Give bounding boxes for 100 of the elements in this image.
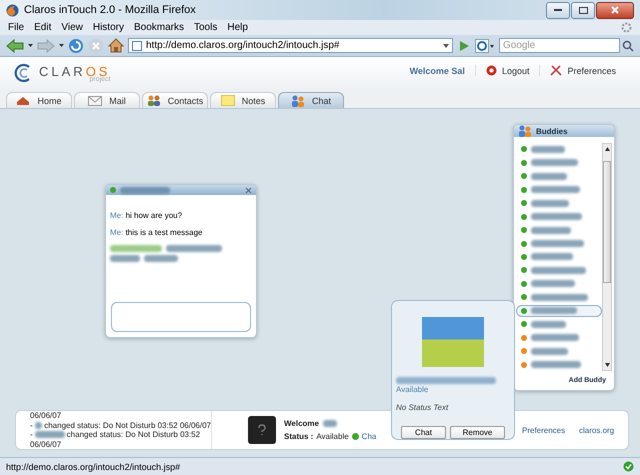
blurred-name [531,213,582,220]
photo-placeholder [422,317,484,367]
status-label: Status : [284,432,314,441]
scroll-up-icon[interactable] [604,147,610,151]
menu-item[interactable]: File [8,22,24,33]
log-text: 06/06/07 [30,411,62,420]
avatar-placeholder [248,416,276,444]
message-input-field[interactable] [111,302,251,332]
window-title: Claros inTouch 2.0 - Mozilla Firefox [24,4,196,16]
contacts-icon [146,95,161,106]
site-link[interactable]: claros.org [579,426,614,435]
tab[interactable]: Chat [278,92,344,108]
close-button[interactable] [596,2,634,18]
blurred-name [531,159,578,166]
menu-item[interactable]: View [61,22,83,33]
log-text: changed status: Do Not Disturb 03:52 [66,430,200,440]
buddies-title: Buddies [536,126,568,136]
blurred-name [120,186,170,194]
online-dot [110,187,116,193]
welcome-text: Welcome Sal [408,66,466,76]
dropdown-arrow-icon[interactable] [443,44,449,48]
preferences-link[interactable]: Preferences [539,65,626,76]
blurred-name [322,420,337,427]
mail-icon [88,96,102,106]
blurred-name [531,348,568,355]
blurred-name [531,266,586,274]
blurred-name [531,226,571,234]
blurred-name [34,422,42,429]
tab[interactable]: Mail [74,92,140,108]
maximize-button[interactable] [571,2,595,18]
blurred-name [531,307,577,314]
tab[interactable]: Notes [210,92,276,108]
back-arrow-icon[interactable] [6,38,24,52]
status-value: Available [316,432,349,441]
home-icon [16,96,30,106]
scroll-down-icon[interactable] [604,363,610,367]
welcome-label: Welcome [284,419,319,428]
search-field[interactable]: Google [499,38,620,53]
page-icon [132,40,142,50]
menu-item[interactable]: Bookmarks [134,22,184,33]
menu-item[interactable]: Tools [194,22,218,33]
blurred-name [531,280,575,288]
notes-icon [220,95,235,106]
buddy-item[interactable] [516,304,602,318]
dropdown-arrow-icon[interactable] [28,44,33,47]
status-message: No Status Text [396,403,450,412]
chat-message: Me: this is a test message [110,228,204,237]
scrollbar[interactable] [602,143,612,371]
online-dot [352,433,359,440]
blurred-name [531,253,573,260]
blurred-name [531,320,566,328]
blurred-name [144,255,178,262]
log-dash: - [30,420,33,430]
blurred-name [34,431,65,438]
preferences-link[interactable]: Preferences [522,426,566,435]
close-icon[interactable] [245,186,252,194]
search-icon[interactable] [622,40,634,52]
blurred-name [531,294,588,301]
minimize-icon [554,8,562,12]
menu-item[interactable]: Help [227,22,248,33]
menu-item[interactable]: Edit [34,22,52,33]
log-text: 06/06/07 [30,440,62,449]
check-icon [623,461,634,472]
log-dash: - [30,430,33,440]
blurred-name [531,361,581,368]
blurred-name [531,186,580,194]
popup-button[interactable]: Chat [401,426,446,439]
minimize-button[interactable] [546,2,570,18]
chat-message: Me: hi how are you? [110,211,184,220]
status-bar-text: http://demo.claros.org/intouch2/intouch.jsp# [6,462,180,472]
reload-icon[interactable] [68,38,84,54]
blurred-name [110,255,140,262]
address-field[interactable]: http://demo.claros.org/intouch2/intouch.jsp# [128,38,453,53]
popup-button[interactable]: Remove [450,426,505,439]
dropdown-arrow-icon[interactable] [59,44,64,47]
blurred-name [531,334,579,342]
logout-icon [486,65,497,76]
throbber-icon [621,22,632,33]
buddies-icon [518,125,532,137]
chat-link[interactable]: Cha [362,432,376,441]
blurred-name [531,172,567,180]
blurred-name [531,200,569,207]
blurred-name [531,240,584,248]
blurred-name [110,245,162,252]
status-text: Available [396,385,430,394]
chat-icon [290,94,305,106]
tab[interactable]: Home [6,92,72,108]
maximize-icon [578,6,588,14]
logout-link[interactable]: Logout [474,65,540,76]
log-text: changed status: Do Not Disturb 03:52 06/06/07 [44,420,211,430]
search-engine-icon[interactable] [475,38,495,52]
blurred-name [166,245,222,252]
preferences-icon [550,65,562,76]
blurred-name [531,146,565,153]
home-icon[interactable] [108,38,124,53]
tab[interactable]: Contacts [142,92,208,108]
go-icon[interactable] [457,38,471,52]
firefox-icon [6,4,19,16]
menu-item[interactable]: History [92,22,124,33]
close-icon [611,6,619,14]
